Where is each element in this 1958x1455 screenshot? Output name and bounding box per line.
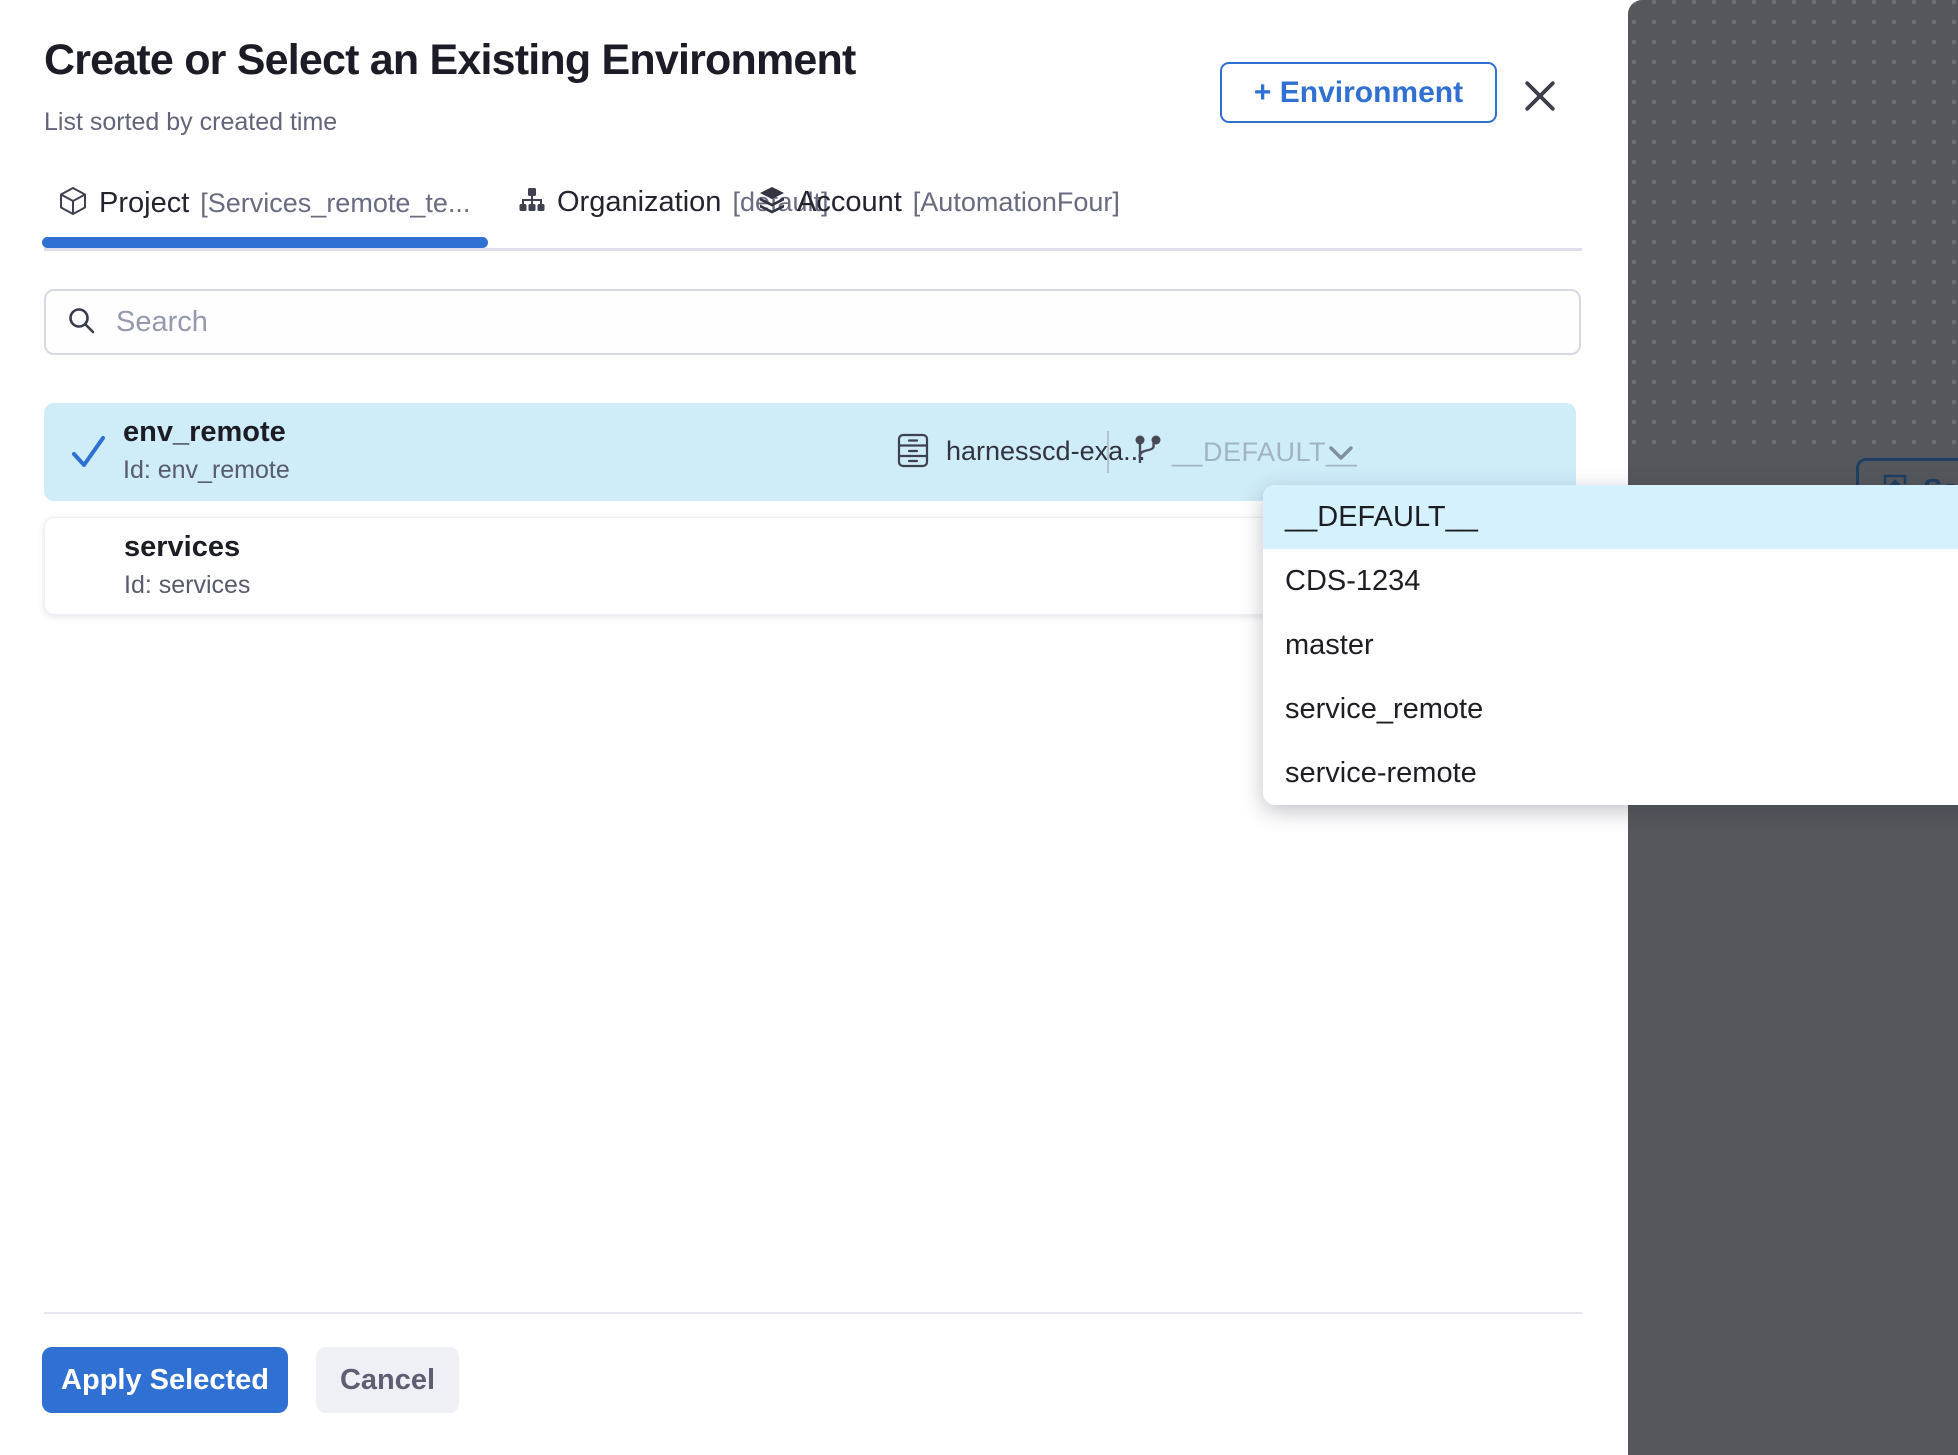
tab-account-scope: [AutomationFour] [913,187,1120,218]
tab-project[interactable]: Project [Services_remote_te... [58,186,470,221]
layers-icon [758,186,786,219]
repository-icon [896,433,930,474]
dropdown-item-service-dash-remote[interactable]: service-remote [1263,741,1958,805]
dropdown-item-default[interactable]: __DEFAULT__ [1263,485,1958,549]
row-divider [1107,431,1109,473]
app-root: Sav Create or Select an Existing Environ… [0,0,1958,1455]
footer-divider [44,1312,1582,1314]
git-branch-icon [1132,434,1164,473]
cancel-button[interactable]: Cancel [316,1347,459,1413]
cube-icon [58,186,88,221]
check-icon [70,432,108,477]
apply-selected-button[interactable]: Apply Selected [42,1347,288,1413]
modal-subtitle: List sorted by created time [44,108,337,137]
add-environment-button[interactable]: + Environment [1220,62,1497,123]
tab-organization-label: Organization [557,186,721,219]
active-tab-indicator [42,237,488,248]
tab-project-scope: [Services_remote_te... [200,188,470,219]
org-chart-icon [518,186,546,219]
tabs-baseline [44,248,1582,251]
dropdown-item-master[interactable]: master [1263,613,1958,677]
tab-account-label: Account [797,186,902,219]
canvas-dot-grid [1628,0,1958,446]
dropdown-item-cds-1234[interactable]: CDS-1234 [1263,549,1958,613]
branch-dropdown-menu: __DEFAULT__ CDS-1234 master service_remo… [1263,485,1958,805]
repository-name: harnesscd-exa... [946,436,1146,467]
chevron-down-icon[interactable] [1328,445,1354,466]
tab-account[interactable]: Account [AutomationFour] [758,186,1120,219]
environment-name: services [124,531,240,564]
tab-project-label: Project [99,187,189,220]
search-box [44,289,1581,355]
search-input[interactable] [114,305,1579,340]
dropdown-item-service-underscore-remote[interactable]: service_remote [1263,677,1958,741]
modal-title: Create or Select an Existing Environment [44,36,856,85]
environment-id: Id: env_remote [123,456,290,485]
environment-id: Id: services [124,571,250,600]
close-icon[interactable] [1520,76,1560,116]
environment-name: env_remote [123,416,286,449]
search-icon [66,305,96,340]
